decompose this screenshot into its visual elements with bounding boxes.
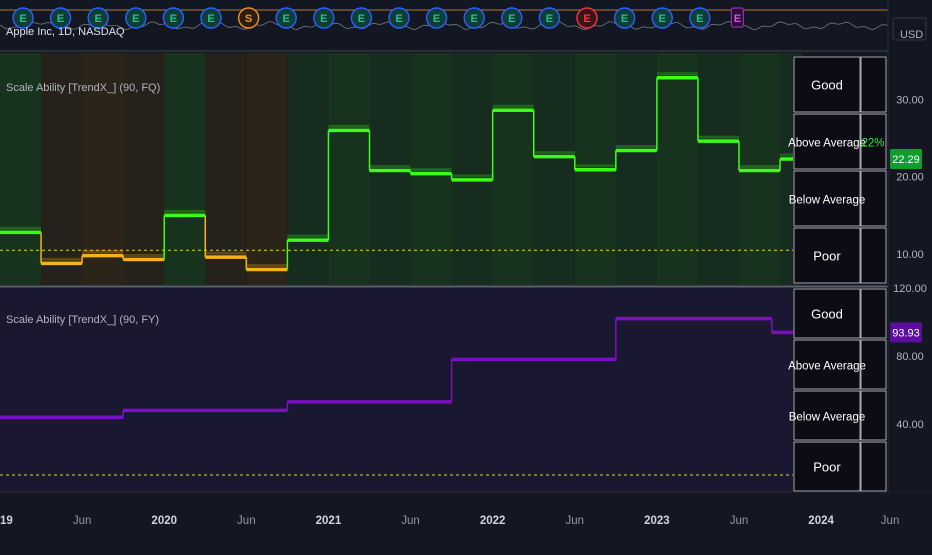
fq-grade-label: Below Average <box>789 195 866 207</box>
event-icon-letter: E <box>283 13 290 25</box>
event-icon-earnings: E <box>49 7 72 29</box>
event-icon-letter: E <box>734 13 741 25</box>
time-tick-label: 2021 <box>316 515 342 527</box>
event-icon-earnings: E <box>350 7 373 29</box>
event-icon-letter: E <box>508 13 515 25</box>
fy-tick-label: 40.00 <box>896 419 924 431</box>
event-icon-letter: E <box>95 13 102 25</box>
time-axis: 2019 Jun 2020 Jun 2021 Jun 2022 Jun 2023 Jun 2024 J… <box>0 493 932 551</box>
event-icon-letter: E <box>621 13 628 25</box>
event-icon-earnings-miss: E <box>576 7 598 29</box>
event-icon-letter: E <box>696 13 703 25</box>
event-icon-letter: E <box>320 13 327 25</box>
event-icon-earnings: E <box>463 7 485 29</box>
fy-tick-label: 120.00 <box>893 283 927 295</box>
event-icon-earnings: E <box>613 7 636 29</box>
fy-grade-value-cell <box>860 441 887 492</box>
fy-grade-value-cell <box>860 288 887 339</box>
event-icon-earnings: E <box>275 7 297 29</box>
fq-grade-label: Good <box>811 78 843 93</box>
fq-current-value-label: 22.29 <box>892 154 920 166</box>
fq-grade-value-cell <box>860 56 887 113</box>
event-icon-letter: E <box>659 13 666 25</box>
event-icon-earnings: E <box>651 7 673 29</box>
fy-grade-label: Poor <box>813 460 841 475</box>
event-icon-earnings: E <box>425 7 448 29</box>
event-icon-letter: E <box>358 13 365 25</box>
event-icon-letter: E <box>583 13 590 25</box>
event-icon-letter: E <box>207 13 214 25</box>
grade-tables: GoodAbove Average22%Below AveragePoorGoo… <box>788 56 888 492</box>
fq-tick-label: 20.00 <box>896 172 924 184</box>
time-tick-label: 2019 <box>0 515 13 527</box>
time-tick-label: Jun <box>401 515 420 527</box>
time-tick-label: Jun <box>565 515 584 527</box>
fq-grade-label: Above Average <box>788 138 866 150</box>
time-tick-label: 2022 <box>480 515 506 527</box>
event-icon-letter: E <box>395 13 402 25</box>
fy-current-value-label: 93.93 <box>892 327 920 339</box>
time-tick-label: Jun <box>730 515 749 527</box>
event-icon-letter: E <box>57 13 64 25</box>
event-icon-earnings: E <box>501 7 523 29</box>
time-axis-bg <box>0 493 932 551</box>
time-tick-label: 2020 <box>151 515 177 527</box>
event-icon-earnings: E <box>162 7 185 29</box>
fq-tick-label: 10.00 <box>896 249 924 261</box>
event-icon-letter: E <box>433 13 440 25</box>
symbol-label[interactable]: Apple Inc, 1D, NASDAQ <box>6 26 125 38</box>
event-icon-letter: E <box>132 13 139 25</box>
fq-grade-label: Poor <box>813 249 841 264</box>
event-icon-earnings: E <box>313 7 335 29</box>
fy-tick-label: 80.00 <box>896 351 924 363</box>
indicator-title-fy[interactable]: Scale Ability [TrendX_] (90, FY) <box>6 314 159 326</box>
price-axes: 10.00 20.00 30.00 40.00 80.00 120.00 22.29 93.9… <box>887 0 932 550</box>
event-icon-letter: E <box>546 13 553 25</box>
time-tick-label: 2023 <box>644 515 670 527</box>
event-icon-earnings: E <box>12 7 34 29</box>
event-icon-earnings: E <box>200 7 222 29</box>
time-tick-label: Jun <box>881 515 900 527</box>
time-tick-label: Jun <box>237 515 256 527</box>
event-icon-letter: E <box>170 13 177 25</box>
chart-stage: EEEEEESEEEEEEEEEEEEE Good Above Average 22… <box>0 0 932 551</box>
fy-grade-label: Good <box>811 307 843 322</box>
event-icon-earnings: E <box>538 7 561 29</box>
event-icon-earnings-upcoming: E <box>730 7 745 28</box>
event-icon-earnings: E <box>125 7 147 29</box>
event-icon-earnings: E <box>388 7 410 29</box>
event-icon-earnings: E <box>689 7 711 29</box>
indicator-title-fq[interactable]: Scale Ability [TrendX_] (90, FQ) <box>6 82 160 94</box>
event-icon-letter: E <box>471 13 478 25</box>
fq-grade-value-cell <box>860 227 887 284</box>
time-tick-label: Jun <box>73 515 92 527</box>
fq-tick-label: 30.00 <box>896 94 924 106</box>
fy-grade-label: Above Average <box>788 361 866 373</box>
event-icon-letter: S <box>245 13 252 25</box>
currency-label[interactable]: USD <box>900 29 923 41</box>
time-tick-label: 2024 <box>808 515 834 527</box>
event-icon-letter: E <box>19 13 26 25</box>
events-strip: EEEEEESEEEEEEEEEEEEE <box>0 0 890 50</box>
fy-grade-label: Below Average <box>789 412 866 424</box>
event-icon-earnings: E <box>87 7 109 29</box>
event-icon-split: S <box>237 7 260 29</box>
fq-percentile: 22% <box>861 138 884 150</box>
